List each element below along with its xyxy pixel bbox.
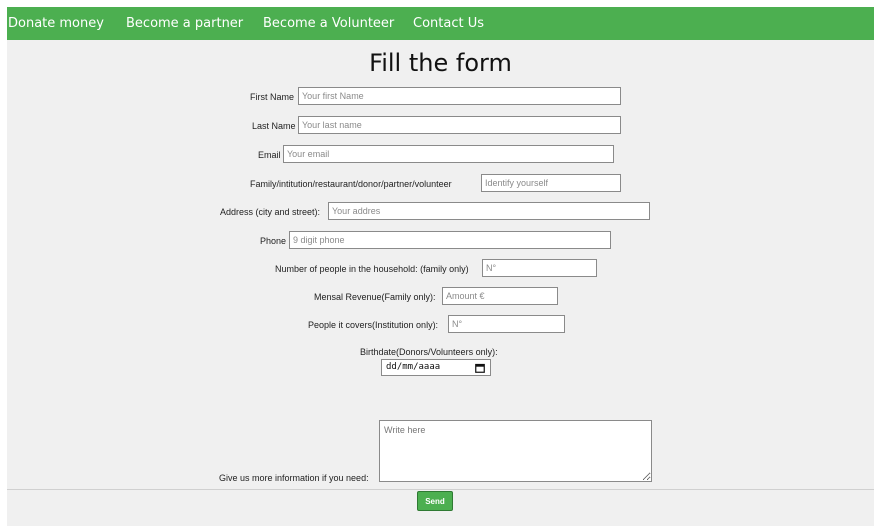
address-input[interactable] (328, 202, 650, 220)
household-label: Number of people in the household: (fami… (275, 264, 469, 274)
page: Donate money Become a partner Become a V… (7, 7, 874, 526)
household-input[interactable] (482, 259, 597, 277)
nav-donate-money[interactable]: Donate money (8, 7, 104, 40)
email-input[interactable] (283, 145, 614, 163)
page-title: Fill the form (369, 49, 512, 77)
first-name-label: First Name (250, 92, 295, 102)
nav-contact-us[interactable]: Contact Us (413, 7, 484, 40)
top-navbar: Donate money Become a partner Become a V… (7, 7, 874, 40)
calendar-icon[interactable] (475, 363, 485, 373)
phone-label: Phone (260, 236, 287, 246)
revenue-label: Mensal Revenue(Family only): (314, 292, 436, 302)
more-info-label: Give us more information if you need: (219, 473, 369, 483)
form-divider (7, 489, 874, 490)
first-name-input[interactable] (298, 87, 621, 105)
people-covers-input[interactable] (448, 315, 565, 333)
phone-input[interactable] (289, 231, 611, 249)
nav-become-volunteer[interactable]: Become a Volunteer (263, 7, 394, 40)
birthdate-value: dd/mm/aaaa (386, 362, 441, 372)
email-label: Email (258, 150, 281, 160)
birthdate-input[interactable]: dd/mm/aaaa (381, 359, 491, 376)
send-button[interactable]: Send (417, 491, 453, 511)
identity-label: Family/intitution/restaurant/donor/partn… (250, 179, 452, 189)
more-info-textarea[interactable] (379, 420, 652, 482)
birthdate-label: Birthdate(Donors/Volunteers only): (360, 347, 498, 357)
revenue-input[interactable] (442, 287, 558, 305)
people-covers-label: People it covers(Institution only): (308, 320, 439, 330)
last-name-label: Last Name (252, 121, 296, 131)
address-label: Address (city and street): (220, 207, 321, 217)
nav-become-partner[interactable]: Become a partner (126, 7, 243, 40)
identity-input[interactable] (481, 174, 621, 192)
last-name-input[interactable] (298, 116, 621, 134)
